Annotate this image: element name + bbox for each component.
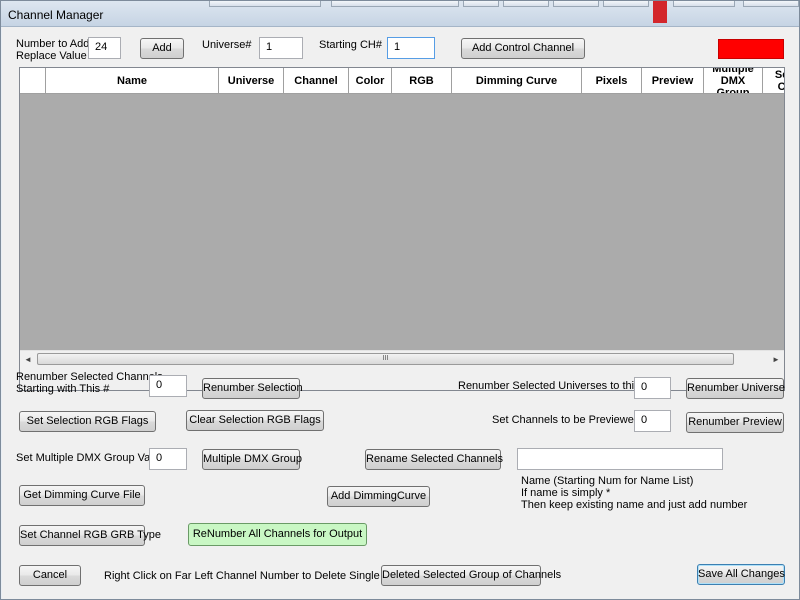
- cancel-button[interactable]: Cancel: [19, 565, 81, 586]
- channel-grid[interactable]: Name Universe Channel Color RGB Dimming …: [19, 67, 785, 391]
- background-window-strip: [331, 1, 459, 7]
- column-header-channel[interactable]: Channel: [284, 68, 349, 94]
- starting-ch-input[interactable]: 1: [387, 37, 435, 59]
- scrollbar-grip: III: [382, 355, 389, 362]
- renumber-all-channels-button[interactable]: ReNumber All Channels for Output: [188, 523, 367, 546]
- add-dimming-curve-button[interactable]: Add DimmingCurve: [327, 486, 430, 507]
- renumber-universes-input[interactable]: 0: [634, 377, 671, 399]
- renumber-universe-button[interactable]: Renumber Universe: [686, 378, 785, 399]
- starting-ch-label: Starting CH#: [319, 39, 382, 51]
- column-header-seq-ch[interactable]: Seq Ch: [763, 68, 784, 94]
- rename-input[interactable]: [517, 448, 723, 470]
- grid-body[interactable]: [20, 94, 784, 350]
- column-header-universe[interactable]: Universe: [219, 68, 284, 94]
- scroll-right-icon[interactable]: ►: [769, 353, 783, 366]
- name-help-line-1: Name (Starting Num for Name List): [521, 475, 694, 487]
- set-previewed-input[interactable]: 0: [634, 410, 671, 432]
- set-channel-rgb-grb-type-button[interactable]: Set Channel RGB GRB Type: [19, 525, 161, 546]
- scroll-left-icon[interactable]: ◄: [21, 353, 35, 366]
- background-window-strip: [209, 1, 321, 7]
- add-control-channel-button[interactable]: Add Control Channel: [461, 38, 585, 59]
- delete-selected-group-button[interactable]: Deleted Selected Group of Channels: [381, 565, 561, 586]
- number-to-add-input[interactable]: 24: [88, 37, 121, 59]
- column-header-dimming-curve[interactable]: Dimming Curve: [452, 68, 582, 94]
- background-window-strip: [463, 1, 499, 7]
- horizontal-scrollbar[interactable]: ◄ III ►: [20, 350, 784, 367]
- title-bar[interactable]: Channel Manager: [1, 1, 799, 27]
- set-multiple-dmx-label: Set Multiple DMX Group Value: [16, 452, 165, 464]
- column-header-name[interactable]: Name: [46, 68, 219, 94]
- background-window-strip: [743, 1, 799, 7]
- scrollbar-thumb[interactable]: III: [37, 353, 734, 365]
- add-button[interactable]: Add: [140, 38, 184, 59]
- background-window-strip: [603, 1, 649, 7]
- right-click-hint: Right Click on Far Left Channel Number t…: [104, 570, 424, 582]
- multiple-dmx-group-button[interactable]: Multiple DMX Group: [202, 449, 302, 470]
- set-previewed-label: Set Channels to be Previewed: [492, 414, 640, 426]
- background-window-strip: [553, 1, 599, 7]
- multiple-dmx-input[interactable]: 0: [149, 448, 187, 470]
- name-help-line-2: If name is simply *: [521, 487, 611, 499]
- column-header-multiple-dmx-group[interactable]: Multiple DMX Group: [704, 68, 763, 94]
- renumber-selection-button[interactable]: Renumber Selection: [202, 378, 303, 399]
- name-help-line-3: Then keep existing name and just add num…: [521, 499, 748, 511]
- number-to-add-label: Number to Add Replace Value: [16, 38, 90, 62]
- color-swatch[interactable]: [718, 39, 784, 59]
- renumber-preview-button[interactable]: Renumber Preview: [686, 412, 784, 433]
- set-selection-rgb-flags-button[interactable]: Set Selection RGB Flags: [19, 411, 156, 432]
- get-dimming-curve-file-button[interactable]: Get Dimming Curve File: [19, 485, 145, 506]
- background-window-strip: [503, 1, 549, 7]
- column-header-preview[interactable]: Preview: [642, 68, 704, 94]
- grid-header: Name Universe Channel Color RGB Dimming …: [20, 68, 784, 94]
- universe-input[interactable]: 1: [259, 37, 303, 59]
- renumber-selected-label: Renumber Selected Channels Starting with…: [16, 371, 163, 395]
- window-title: Channel Manager: [8, 8, 104, 22]
- column-header-rgb[interactable]: RGB: [392, 68, 452, 94]
- column-header-row-selector[interactable]: [20, 68, 46, 94]
- column-header-color[interactable]: Color: [349, 68, 392, 94]
- dialog-client-area: Number to Add Replace Value 24 Add Unive…: [2, 27, 799, 599]
- background-red-strip: [653, 1, 667, 23]
- save-all-changes-button[interactable]: Save All Changes: [697, 564, 785, 585]
- clear-selection-rgb-flags-button[interactable]: Clear Selection RGB Flags: [186, 410, 324, 431]
- background-window-strip: [673, 1, 735, 7]
- renumber-selected-input[interactable]: 0: [149, 375, 187, 397]
- rename-selected-channels-button[interactable]: Rename Selected Channels: [365, 449, 503, 470]
- column-header-pixels[interactable]: Pixels: [582, 68, 642, 94]
- universe-label: Universe#: [202, 39, 252, 51]
- channel-manager-window: Channel Manager Number to Add Replace Va…: [0, 0, 800, 600]
- renumber-universes-label: Renumber Selected Universes to this #: [458, 380, 649, 392]
